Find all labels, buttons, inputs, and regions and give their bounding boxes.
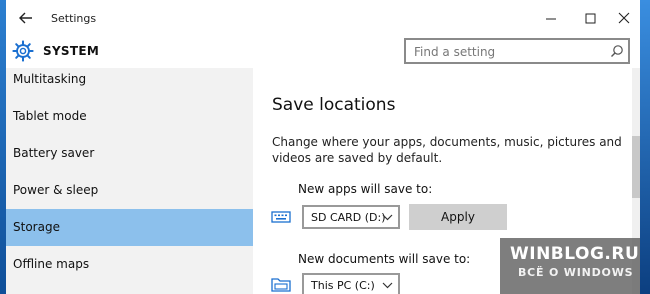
apps-location-select[interactable]: SD CARD (D:) [302,205,400,229]
chevron-down-icon [382,282,393,289]
section-description: Change where your apps, documents, music… [272,135,622,165]
documents-save-label: New documents will save to: [298,252,471,266]
scrollbar-thumb[interactable] [632,136,640,198]
sidebar: Multitasking Tablet mode Battery saver P… [6,68,253,294]
desktop-background-right [640,0,650,294]
sidebar-item-storage[interactable]: Storage [6,209,253,246]
search-input[interactable]: Find a setting [404,38,630,64]
gear-icon [12,40,34,62]
apps-location-value: SD CARD (D:) [311,211,386,224]
settings-window: Settings SYSTEM Find a setting Multitask… [6,0,640,294]
sidebar-item-battery-saver[interactable]: Battery saver [6,135,253,172]
watermark-subtitle: ВСЁ О WINDOWS [518,266,634,279]
search-icon[interactable] [610,44,624,58]
back-arrow-icon[interactable] [16,8,36,28]
sidebar-item-tablet-mode[interactable]: Tablet mode [6,98,253,135]
chevron-down-icon [382,214,393,221]
documents-location-value: This PC (C:) [311,279,375,292]
minimize-icon[interactable] [532,4,568,32]
page-title: SYSTEM [43,44,100,58]
sidebar-item-offline-maps[interactable]: Offline maps [6,246,253,283]
maximize-icon[interactable] [572,4,608,32]
apps-save-label: New apps will save to: [298,182,433,196]
window-title: Settings [51,12,97,25]
keyboard-icon [271,211,291,223]
sidebar-item-multitasking[interactable]: Multitasking [6,61,253,98]
documents-location-select[interactable]: This PC (C:) [302,273,400,294]
section-heading: Save locations [272,95,396,115]
sidebar-item-power-sleep[interactable]: Power & sleep [6,172,253,209]
watermark-title: WINBLOG.RU [510,244,640,264]
close-icon[interactable] [606,4,640,32]
search-placeholder: Find a setting [414,45,496,59]
title-bar: Settings [6,0,640,35]
folder-icon [271,278,291,292]
apply-button[interactable]: Apply [409,204,507,230]
